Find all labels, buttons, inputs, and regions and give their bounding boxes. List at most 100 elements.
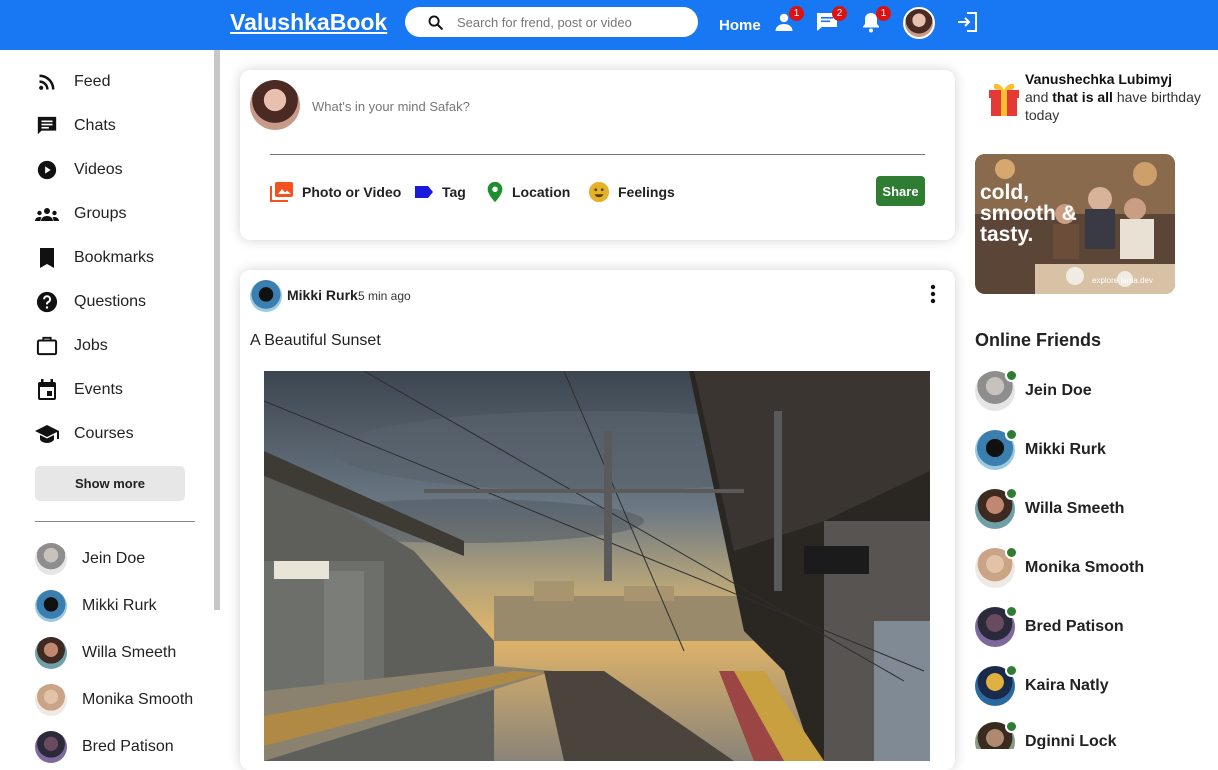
sidebar-item-events[interactable]: Events	[35, 377, 205, 403]
online-friend[interactable]: Jein Doe	[975, 369, 1092, 411]
post-card: Mikki Rurk 5 min ago A Beautiful Sunset	[240, 270, 955, 770]
sidebar-friend[interactable]: Jein Doe	[35, 542, 145, 576]
online-indicator	[1005, 428, 1018, 441]
sidebar-item-label: Chats	[74, 117, 116, 134]
sidebar-item-bookmarks[interactable]: Bookmarks	[35, 245, 205, 271]
feelings-option[interactable]: Feelings	[588, 180, 675, 204]
post-time: 5 min ago	[358, 289, 411, 303]
online-friend[interactable]: Monika Smooth	[975, 546, 1145, 588]
sidebar-friend[interactable]: Mikki Rurk	[35, 589, 157, 623]
groups-icon	[35, 202, 59, 226]
location-pin-icon	[486, 181, 504, 203]
friend-name: Dginni Lock	[1025, 733, 1117, 749]
sidebar-item-label: Bookmarks	[74, 249, 155, 266]
rss-icon	[35, 70, 59, 94]
sidebar-item-label: Feed	[74, 73, 111, 90]
online-friend[interactable]: Mikki Rurk	[975, 428, 1106, 470]
sidebar-item-label: Jobs	[74, 337, 108, 354]
avatar	[35, 684, 67, 716]
calendar-icon	[35, 378, 59, 402]
top-bar: ValushkaBook Home 1 2 1	[0, 0, 1218, 50]
online-friends-title: Online Friends	[975, 330, 1102, 350]
online-indicator	[1005, 546, 1018, 559]
sidebar-scrollbar[interactable]	[214, 50, 220, 610]
tag-option[interactable]: Tag	[414, 180, 466, 204]
friend-name: Jein Doe	[82, 550, 146, 567]
online-indicator	[1005, 664, 1018, 677]
gift-icon	[987, 78, 1021, 123]
option-label: Location	[512, 184, 571, 200]
post-image[interactable]	[264, 371, 930, 761]
sidebar-item-label: Groups	[74, 205, 127, 222]
sidebar-friend[interactable]: Willa Smeeth	[35, 636, 176, 670]
online-indicator	[1005, 605, 1018, 618]
online-friend[interactable]: Kaira Natly	[975, 664, 1109, 706]
search-bar[interactable]	[405, 7, 698, 37]
smiley-icon	[588, 181, 610, 203]
bookmark-icon	[35, 246, 59, 270]
chat-icon[interactable]: 2	[815, 6, 847, 36]
option-label: Photo or Video	[302, 184, 402, 200]
friend-name: Mikki Rurk	[1025, 441, 1106, 458]
sidebar-item-videos[interactable]: Videos	[35, 157, 205, 183]
sidebar-friend[interactable]: Bred Patison	[35, 730, 174, 764]
sidebar-item-jobs[interactable]: Jobs	[35, 333, 205, 359]
birthday-name[interactable]: Vanushechka Lubimyj	[1025, 71, 1172, 87]
help-icon	[35, 290, 59, 314]
home-link[interactable]: Home	[719, 17, 761, 34]
ad-small-text: explore lama.dev	[1092, 276, 1153, 285]
sidebar-item-groups[interactable]: Groups	[35, 201, 205, 227]
show-more-button[interactable]: Show more	[35, 466, 185, 501]
birthday-text-mid: and	[1025, 89, 1049, 105]
share-card: Photo or Video Tag Location Feelings Sha…	[240, 70, 955, 240]
avatar[interactable]	[250, 280, 282, 312]
sidebar-item-label: Questions	[74, 293, 147, 310]
friend-name: Willa Smeeth	[82, 644, 177, 661]
briefcase-icon	[35, 334, 59, 358]
location-option[interactable]: Location	[486, 180, 570, 204]
birthday-text-bold: that is all	[1052, 89, 1113, 105]
avatar	[250, 80, 300, 130]
friend-requests-badge: 1	[789, 6, 804, 21]
option-label: Feelings	[618, 184, 675, 200]
profile-avatar[interactable]	[903, 7, 935, 39]
status-input[interactable]	[312, 99, 812, 114]
avatar	[35, 543, 67, 575]
sidebar-item-questions[interactable]: Questions	[35, 289, 205, 315]
sidebar-item-label: Events	[74, 381, 123, 398]
avatar	[35, 590, 67, 622]
online-friend[interactable]: Bred Patison	[975, 605, 1124, 647]
search-input[interactable]	[457, 13, 687, 31]
sidebar-item-feed[interactable]: Feed	[35, 69, 205, 95]
chat-badge: 2	[832, 6, 847, 21]
label-icon	[414, 184, 434, 200]
photo-video-option[interactable]: Photo or Video	[270, 180, 401, 204]
online-friend[interactable]: Dginni Lock	[975, 709, 1117, 749]
friend-name: Bred Patison	[82, 738, 174, 755]
post-author[interactable]: Mikki Rurk	[287, 287, 358, 303]
search-icon	[427, 14, 444, 36]
sidebar-item-label: Videos	[74, 161, 123, 178]
notifications-icon[interactable]: 1	[859, 6, 891, 36]
share-divider	[270, 154, 925, 155]
more-vert-icon[interactable]	[924, 284, 942, 309]
friend-requests-icon[interactable]: 1	[772, 6, 804, 36]
ad-text: cold, smooth & tasty.	[980, 181, 1077, 246]
logout-icon[interactable]	[955, 10, 981, 36]
online-indicator	[1005, 487, 1018, 500]
online-indicator	[1005, 720, 1018, 733]
sidebar-item-chats[interactable]: Chats	[35, 113, 205, 139]
share-button[interactable]: Share	[876, 176, 925, 206]
friend-name: Monika Smooth	[1025, 559, 1145, 576]
sidebar-item-courses[interactable]: Courses	[35, 421, 205, 447]
sidebar-item-label: Courses	[74, 425, 134, 442]
sidebar-friend[interactable]: Monika Smooth	[35, 683, 193, 717]
post-text: A Beautiful Sunset	[250, 332, 381, 349]
photo-library-icon	[270, 181, 294, 203]
online-friend[interactable]: Willa Smeeth	[975, 487, 1124, 529]
logo[interactable]: ValushkaBook	[230, 9, 387, 36]
option-label: Tag	[442, 184, 466, 200]
ad-banner[interactable]: cold, smooth & tasty. explore lama.dev	[975, 154, 1175, 294]
friend-name: Mikki Rurk	[82, 597, 157, 614]
play-circle-icon	[35, 158, 59, 182]
